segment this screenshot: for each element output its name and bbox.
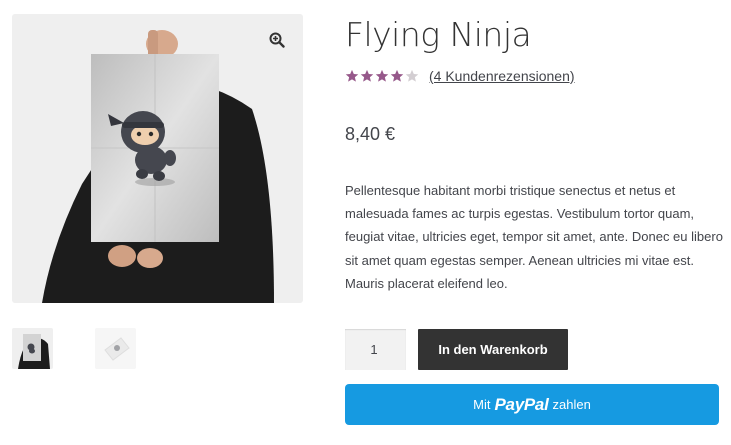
product-title: Flying Ninja [345,15,532,54]
thumbnail-poster-held[interactable] [12,328,53,369]
product-price: 8,40 € [345,124,396,144]
product-main-image[interactable] [12,14,303,303]
reviews-link[interactable]: (4 Kundenrezensionen) [429,68,575,84]
star-filled-icon [375,69,389,82]
thumbnail-poster-flat[interactable] [95,328,136,369]
star-empty-icon [405,69,419,82]
product-photo [42,30,274,303]
paypal-logo-pay: Pay [494,394,525,414]
product-short-description: Pellentesque habitant morbi tristique se… [345,183,723,291]
add-to-cart-button[interactable]: In den Warenkorb [418,329,568,370]
star-filled-icon [345,69,359,82]
paypal-prefix: Mit [473,397,491,412]
product-rating: (4 Kundenrezensionen) [345,68,575,84]
star-filled-icon [390,69,404,82]
paypal-suffix: zahlen [552,397,591,412]
paypal-logo: PayPal [495,395,549,415]
quantity-input[interactable] [345,329,406,370]
magnifier-plus-icon[interactable] [267,30,287,50]
star-rating [345,69,419,83]
paypal-logo-pal: Pal [523,394,549,414]
paypal-checkout-button[interactable]: Mit PayPal zahlen [345,384,719,425]
star-filled-icon [360,69,374,82]
